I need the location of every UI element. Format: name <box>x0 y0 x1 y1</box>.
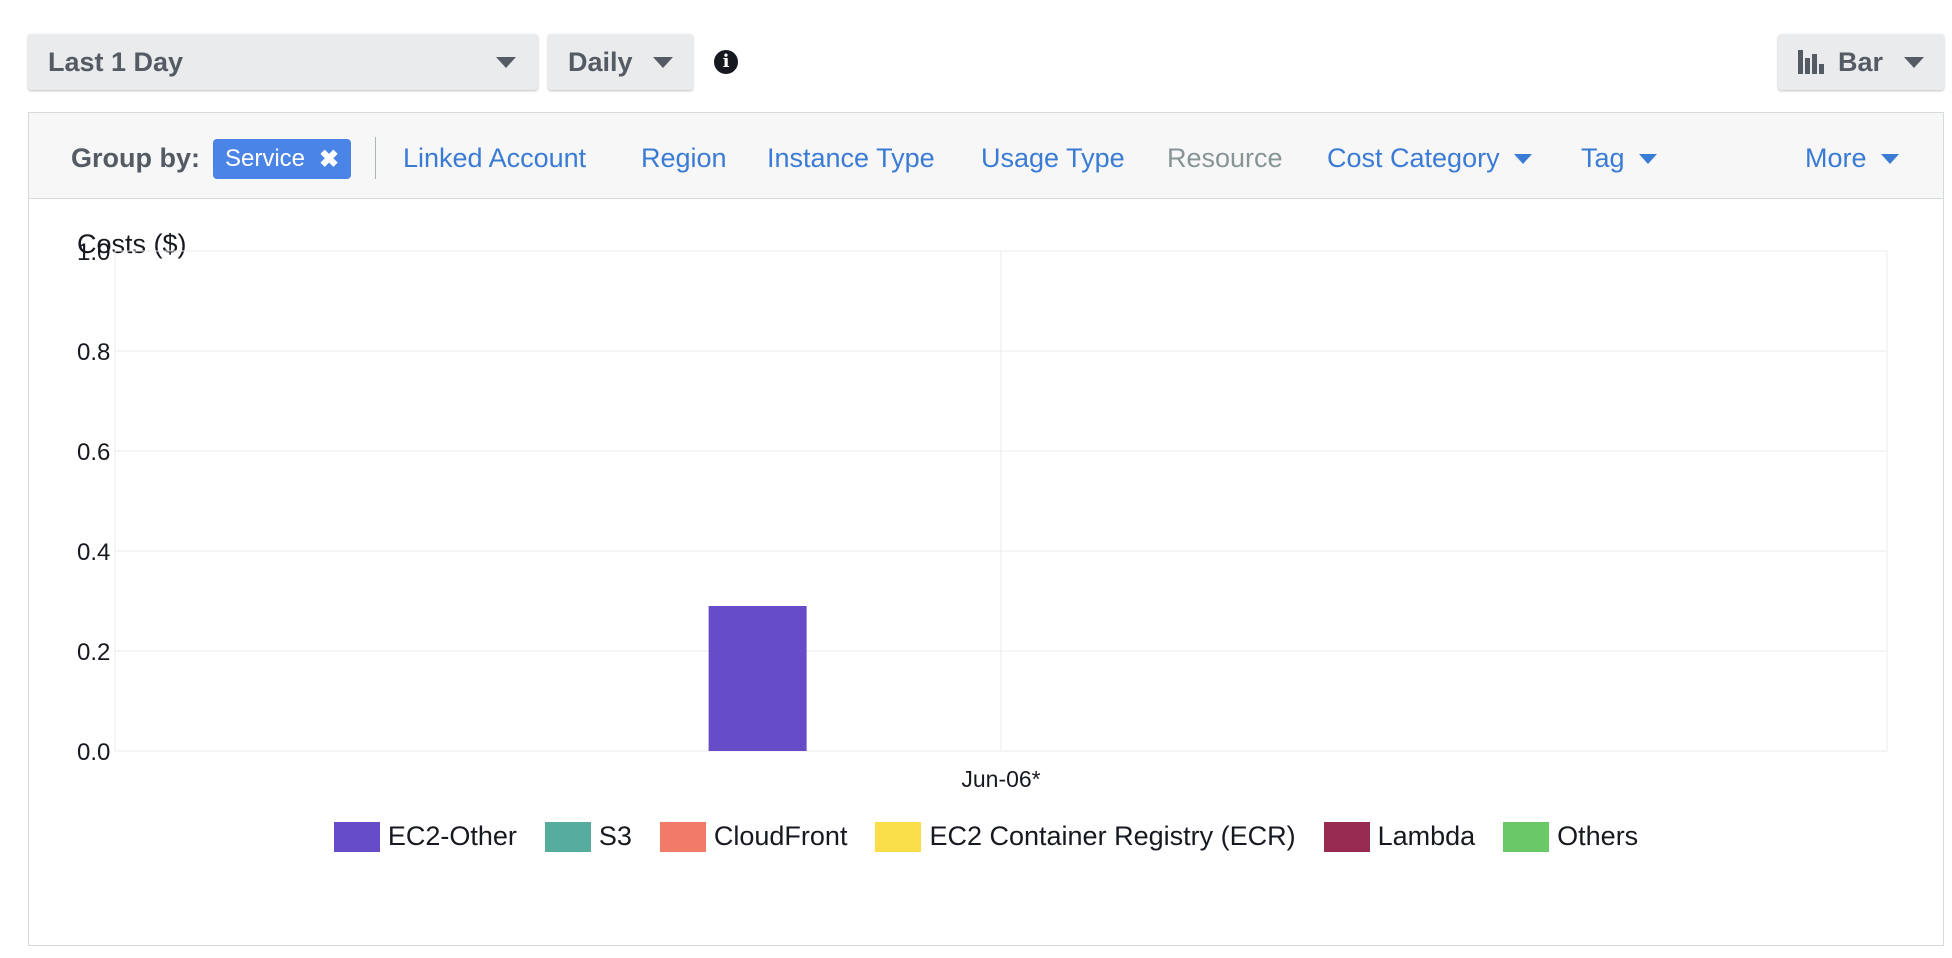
bar-ec2-other <box>708 606 807 751</box>
chart-type-dropdown[interactable]: Bar <box>1778 34 1944 90</box>
legend-label: Others <box>1557 821 1639 851</box>
legend-item[interactable]: Others <box>1503 821 1638 852</box>
legend-swatch <box>875 821 922 852</box>
legend-swatch <box>333 821 380 852</box>
legend-item[interactable]: EC2-Other <box>333 821 517 852</box>
more-label: More <box>1805 143 1867 173</box>
legend-item[interactable]: CloudFront <box>659 821 848 852</box>
group-by-tag[interactable]: Tag <box>1581 143 1657 174</box>
date-range-label: Last 1 Day <box>48 46 184 77</box>
y-tick-label: 1.0 <box>77 239 110 266</box>
y-tick-label: 0.6 <box>77 439 110 466</box>
group-by-region[interactable]: Region <box>641 143 727 174</box>
group-by-option-label: Instance Type <box>767 143 935 173</box>
legend-label: S3 <box>598 821 632 851</box>
bar-chart: 1.0 0.8 0.6 0.4 0.2 0.0 Jun-06* <box>77 239 1888 792</box>
chevron-down-icon <box>496 56 516 68</box>
date-range-dropdown[interactable]: Last 1 Day <box>28 34 538 90</box>
chart-legend: EC2-Other S3 CloudFront EC2 Container Regis… <box>29 821 1943 852</box>
group-by-linked-account[interactable]: Linked Account <box>403 143 586 174</box>
info-icon[interactable]: i <box>714 50 738 74</box>
group-by-option-label: Region <box>641 143 727 173</box>
legend-swatch <box>659 821 706 852</box>
legend-label: EC2-Other <box>387 821 517 851</box>
group-by-option-label: Resource <box>1167 143 1283 173</box>
x-tick-label: Jun-06* <box>961 766 1040 792</box>
toolbar: Last 1 Day Daily i Bar <box>0 0 1952 110</box>
legend-label: CloudFront <box>713 821 848 851</box>
y-tick-label: 0.2 <box>77 639 110 666</box>
chevron-down-icon <box>1513 153 1532 164</box>
legend-swatch <box>544 821 591 852</box>
legend-item[interactable]: S3 <box>544 821 632 852</box>
group-by-option-label: Tag <box>1581 143 1625 173</box>
group-by-bar: Group by: Service ✖ Linked Account Region… <box>29 113 1943 199</box>
legend-swatch <box>1503 821 1550 852</box>
group-by-option-label: Linked Account <box>403 143 587 173</box>
legend-swatch <box>1323 821 1370 852</box>
group-by-more[interactable]: More <box>1805 143 1899 174</box>
cost-chart-panel: Group by: Service ✖ Linked Account Region… <box>28 112 1944 946</box>
y-tick-label: 0.4 <box>77 539 110 566</box>
chart-area: Costs ($) 1.0 0.8 0.6 0.4 0.2 0.0 Jun-06* EC2-… <box>29 199 1943 945</box>
legend-item[interactable]: EC2 Container Registry (ECR) <box>875 821 1296 852</box>
legend-item[interactable]: Lambda <box>1323 821 1476 852</box>
legend-label: EC2 Container Registry (ECR) <box>929 821 1296 851</box>
group-by-usage-type[interactable]: Usage Type <box>981 143 1125 174</box>
bar-chart-icon <box>1798 50 1826 74</box>
divider <box>375 137 376 179</box>
y-tick-label: 0.0 <box>77 739 110 766</box>
group-by-option-label: Cost Category <box>1327 143 1500 173</box>
chevron-down-icon <box>1904 56 1924 68</box>
group-by-option-label: Usage Type <box>981 143 1125 173</box>
close-icon[interactable]: ✖ <box>319 145 339 174</box>
group-by-resource: Resource <box>1167 143 1283 174</box>
chevron-down-icon <box>653 56 673 68</box>
chart-type-label: Bar <box>1838 46 1884 77</box>
chevron-down-icon <box>1638 153 1657 164</box>
group-by-label: Group by: <box>71 143 200 173</box>
group-by-cost-category[interactable]: Cost Category <box>1327 143 1532 174</box>
granularity-dropdown[interactable]: Daily <box>548 34 693 90</box>
granularity-label: Daily <box>568 46 633 77</box>
group-by-instance-type[interactable]: Instance Type <box>767 143 935 174</box>
y-tick-label: 0.8 <box>77 339 110 366</box>
legend-label: Lambda <box>1377 821 1476 851</box>
chevron-down-icon <box>1880 153 1899 164</box>
service-chip-label: Service <box>225 145 306 172</box>
service-filter-chip[interactable]: Service ✖ <box>213 139 352 179</box>
